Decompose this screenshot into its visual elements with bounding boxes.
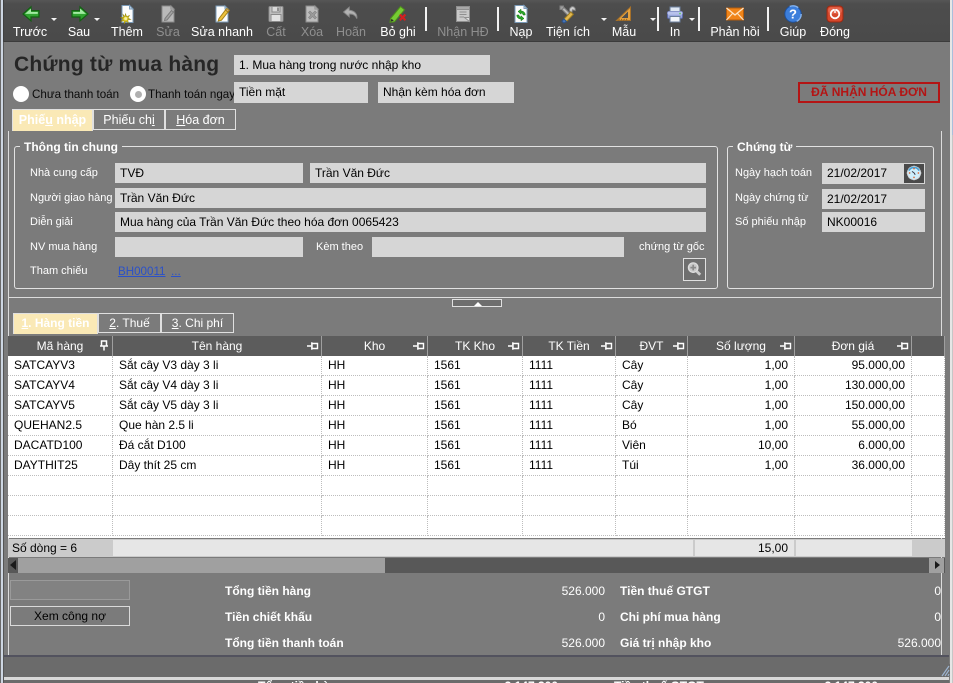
svg-text:?: ? <box>789 7 797 22</box>
